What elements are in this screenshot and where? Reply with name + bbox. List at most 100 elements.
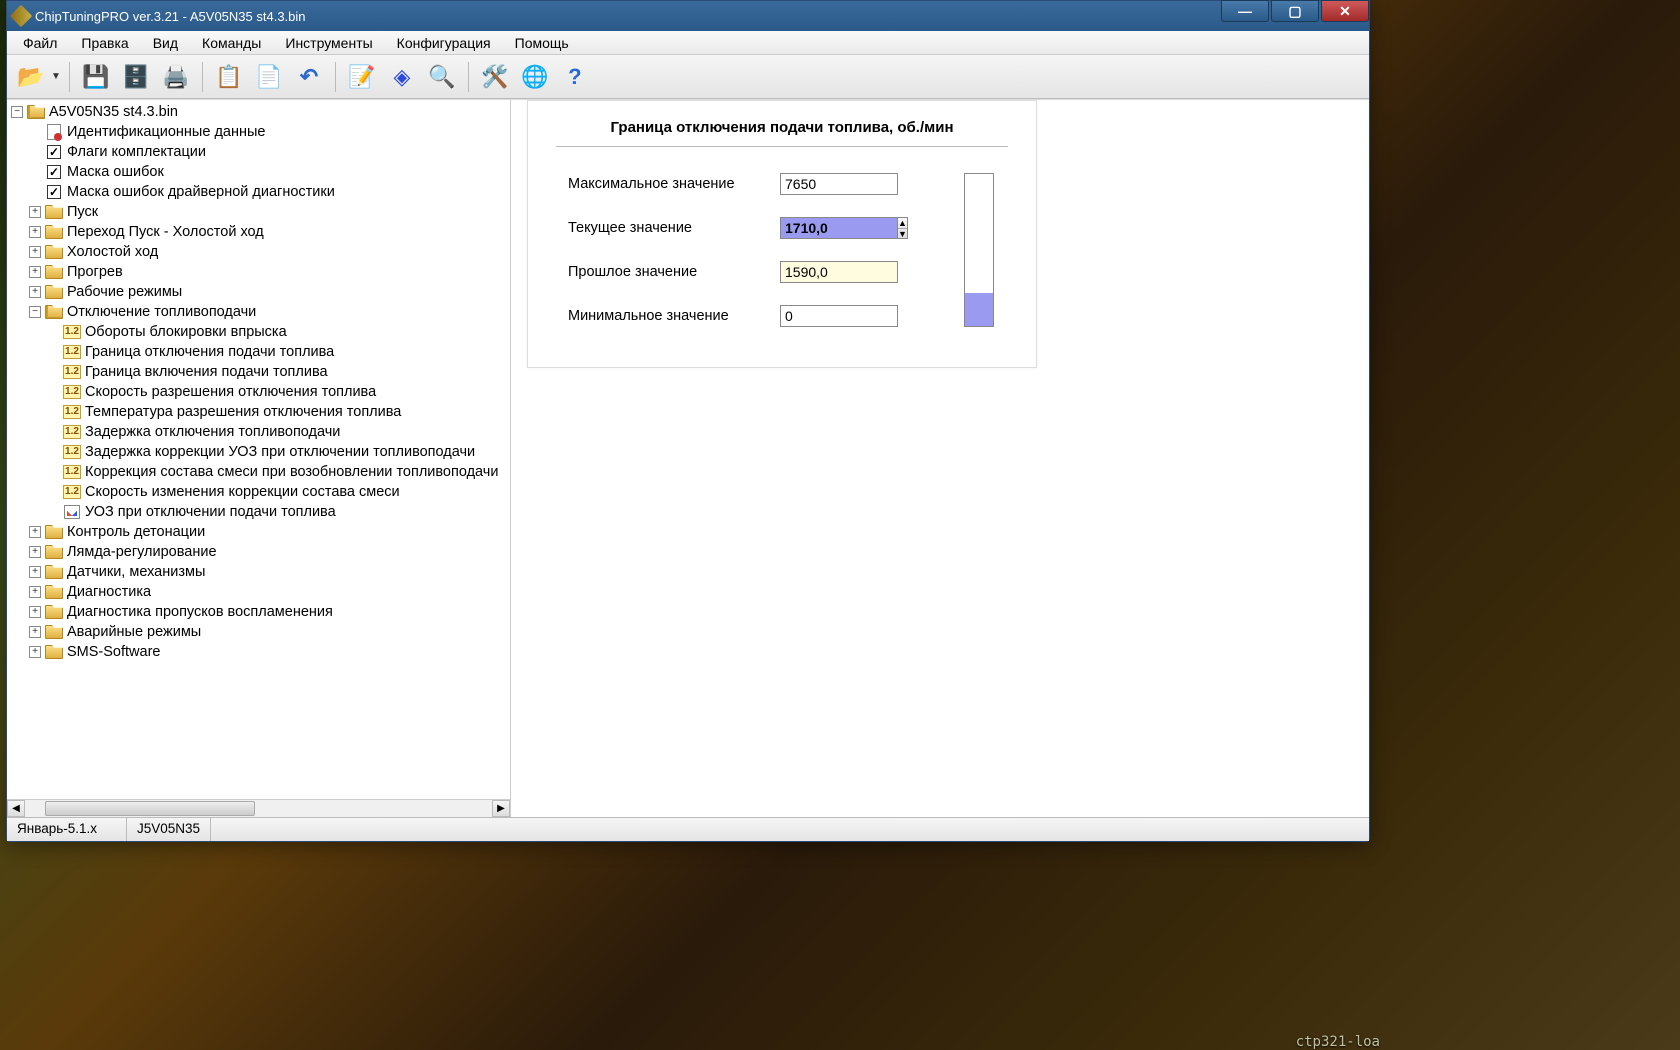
spin-down-icon[interactable]: ▼ <box>898 229 907 239</box>
collapse-icon[interactable]: − <box>11 106 23 118</box>
menu-edit[interactable]: Правка <box>69 32 140 54</box>
expand-icon[interactable]: + <box>29 606 41 618</box>
wrench-icon[interactable]: 🛠️ <box>477 59 513 95</box>
menu-tools[interactable]: Инструменты <box>273 32 384 54</box>
tree-root[interactable]: − A5V05N35 st4.3.bin <box>9 102 510 122</box>
expand-icon[interactable]: + <box>29 626 41 638</box>
chart-icon <box>64 505 80 519</box>
tree-folder[interactable]: +Аварийные режимы <box>27 622 510 642</box>
tree-param[interactable]: 1.2Обороты блокировки впрыска <box>45 322 510 342</box>
search-icon[interactable]: 🔍 <box>424 59 460 95</box>
save-icon[interactable]: 💾 <box>78 59 114 95</box>
minimize-button[interactable]: — <box>1221 0 1269 22</box>
statusbar: Январь-5.1.x J5V05N35 <box>7 817 1369 841</box>
tree-item-mask[interactable]: ✓Маска ошибок <box>27 162 510 182</box>
tree-param[interactable]: 1.2Задержка отключения топливоподачи <box>45 422 510 442</box>
numeric-icon: 1.2 <box>63 385 81 399</box>
panel-title: Граница отключения подачи топлива, об./м… <box>556 101 1008 147</box>
tree-param[interactable]: 1.2Скорость разрешения отключения топлив… <box>45 382 510 402</box>
tree-param[interactable]: 1.2Скорость изменения коррекции состава … <box>45 482 510 502</box>
tree-param[interactable]: 1.2Температура разрешения отключения топ… <box>45 402 510 422</box>
network-icon[interactable]: 🌐 <box>517 59 553 95</box>
folder-icon <box>45 524 63 540</box>
max-label: Максимальное значение <box>568 176 768 192</box>
min-value-field <box>780 305 898 327</box>
numeric-icon: 1.2 <box>63 465 81 479</box>
collapse-icon[interactable]: − <box>29 306 41 318</box>
tree-folder[interactable]: +Рабочие режимы <box>27 282 510 302</box>
tree-param[interactable]: 1.2Коррекция состава смеси при возобновл… <box>45 462 510 482</box>
menu-commands[interactable]: Команды <box>190 32 273 54</box>
help-icon[interactable]: ? <box>557 59 593 95</box>
scroll-right-icon[interactable]: ▶ <box>492 800 510 817</box>
tree-folder[interactable]: +Пуск <box>27 202 510 222</box>
expand-icon[interactable]: + <box>29 266 41 278</box>
tree-param[interactable]: 1.2Граница отключения подачи топлива <box>45 342 510 362</box>
checkbox-icon: ✓ <box>47 145 61 159</box>
scroll-track[interactable] <box>25 800 492 817</box>
scroll-left-icon[interactable]: ◀ <box>7 800 25 817</box>
folder-icon <box>45 584 63 600</box>
edit-doc-icon[interactable]: 📝 <box>344 59 380 95</box>
spinner-buttons[interactable]: ▲▼ <box>897 217 908 239</box>
tree-folder[interactable]: +Диагностика <box>27 582 510 602</box>
menu-help[interactable]: Помощь <box>503 32 581 54</box>
numeric-icon: 1.2 <box>63 345 81 359</box>
tree-param[interactable]: 1.2Граница включения подачи топлива <box>45 362 510 382</box>
tree-item-flags[interactable]: ✓Флаги комплектации <box>27 142 510 162</box>
undo-icon[interactable]: ↶ <box>291 59 327 95</box>
tree-item-ident[interactable]: Идентификационные данные <box>27 122 510 142</box>
info-icon[interactable]: ◈ <box>384 59 420 95</box>
paste-icon[interactable]: 📄 <box>251 59 287 95</box>
expand-icon[interactable]: + <box>29 526 41 538</box>
menu-config[interactable]: Конфигурация <box>385 32 503 54</box>
expand-icon[interactable]: + <box>29 206 41 218</box>
copy-icon[interactable]: 📋 <box>211 59 247 95</box>
tree-folder[interactable]: +Диагностика пропусков воспламенения <box>27 602 510 622</box>
folder-icon <box>45 604 63 620</box>
tree-folder[interactable]: +Холостой ход <box>27 242 510 262</box>
save-copy-icon[interactable]: 🗄️ <box>118 59 154 95</box>
menu-view[interactable]: Вид <box>141 32 190 54</box>
tree-folder[interactable]: +Прогрев <box>27 262 510 282</box>
open-dropdown-icon[interactable]: ▼ <box>51 71 61 82</box>
scroll-thumb[interactable] <box>45 801 255 816</box>
cur-label: Текущее значение <box>568 220 768 236</box>
expand-icon[interactable]: + <box>29 226 41 238</box>
folder-icon <box>45 624 63 640</box>
folder-open-icon <box>45 304 63 320</box>
cur-value-field[interactable] <box>780 217 898 239</box>
numeric-icon: 1.2 <box>63 325 81 339</box>
menu-file[interactable]: Файл <box>11 32 69 54</box>
app-window: ChipTuningPRO ver.3.21 - A5V05N35 st4.3.… <box>6 0 1370 842</box>
tree-folder[interactable]: +Датчики, механизмы <box>27 562 510 582</box>
tree-param[interactable]: 1.2Задержка коррекции УОЗ при отключении… <box>45 442 510 462</box>
tree-folder-fuelcut[interactable]: −Отключение топливоподачи <box>27 302 510 322</box>
tree-param[interactable]: УОЗ при отключении подачи топлива <box>45 502 510 522</box>
titlebar[interactable]: ChipTuningPRO ver.3.21 - A5V05N35 st4.3.… <box>7 1 1369 31</box>
numeric-icon: 1.2 <box>63 485 81 499</box>
tree-folder[interactable]: +Лямда-регулирование <box>27 542 510 562</box>
expand-icon[interactable]: + <box>29 586 41 598</box>
close-button[interactable]: ✕ <box>1321 0 1369 22</box>
tree-item-mask-drv[interactable]: ✓Маска ошибок драйверной диагностики <box>27 182 510 202</box>
expand-icon[interactable]: + <box>29 546 41 558</box>
folder-icon <box>45 264 63 280</box>
gauge-fill <box>965 293 993 326</box>
expand-icon[interactable]: + <box>29 286 41 298</box>
folder-icon <box>45 204 63 220</box>
tree-view[interactable]: − A5V05N35 st4.3.bin Идентификационные д… <box>7 100 510 799</box>
tree-folder[interactable]: +Контроль детонации <box>27 522 510 542</box>
expand-icon[interactable]: + <box>29 566 41 578</box>
value-gauge[interactable] <box>964 173 994 327</box>
expand-icon[interactable]: + <box>29 646 41 658</box>
open-icon[interactable]: 📂 <box>13 59 49 95</box>
spin-up-icon[interactable]: ▲ <box>898 218 907 229</box>
print-icon[interactable]: 🖨️ <box>158 59 194 95</box>
maximize-button[interactable]: ▢ <box>1271 0 1319 22</box>
tree-folder[interactable]: +SMS-Software <box>27 642 510 662</box>
window-title: ChipTuningPRO ver.3.21 - A5V05N35 st4.3.… <box>35 9 1363 24</box>
expand-icon[interactable]: + <box>29 246 41 258</box>
tree-folder[interactable]: +Переход Пуск - Холостой ход <box>27 222 510 242</box>
tree-hscrollbar[interactable]: ◀ ▶ <box>7 799 510 817</box>
